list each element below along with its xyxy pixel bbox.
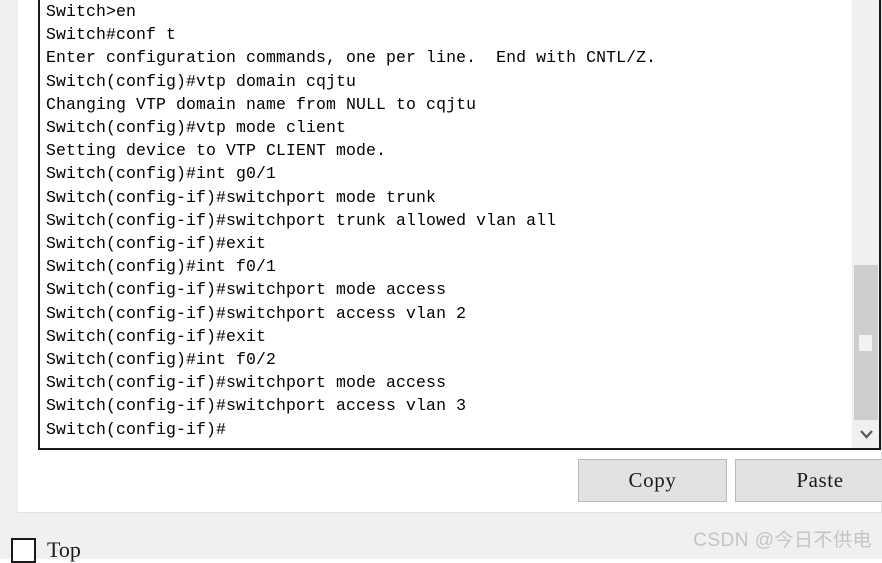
scrollbar-thumb[interactable] (854, 265, 878, 420)
page-background: Switch>en Switch#conf t Enter configurat… (0, 0, 882, 563)
console-output-text: Switch>en Switch#conf t Enter configurat… (46, 2, 657, 439)
chevron-down-icon (859, 429, 874, 439)
paste-button[interactable]: Paste (735, 459, 882, 502)
copy-button[interactable]: Copy (578, 459, 727, 502)
console-output-panel[interactable]: Switch>en Switch#conf t Enter configurat… (38, 0, 881, 450)
console-vertical-scrollbar[interactable] (852, 0, 879, 448)
scrollbar-down-button[interactable] (853, 420, 879, 448)
dialog-body: Switch>en Switch#conf t Enter configurat… (18, 0, 882, 513)
watermark-text: CSDN @今日不供电 (693, 530, 872, 551)
top-checkbox-label: Top (47, 537, 81, 562)
top-checkbox[interactable] (11, 538, 36, 563)
scrollbar-thumb-grip (859, 334, 872, 351)
scrollbar-track[interactable] (853, 0, 879, 420)
